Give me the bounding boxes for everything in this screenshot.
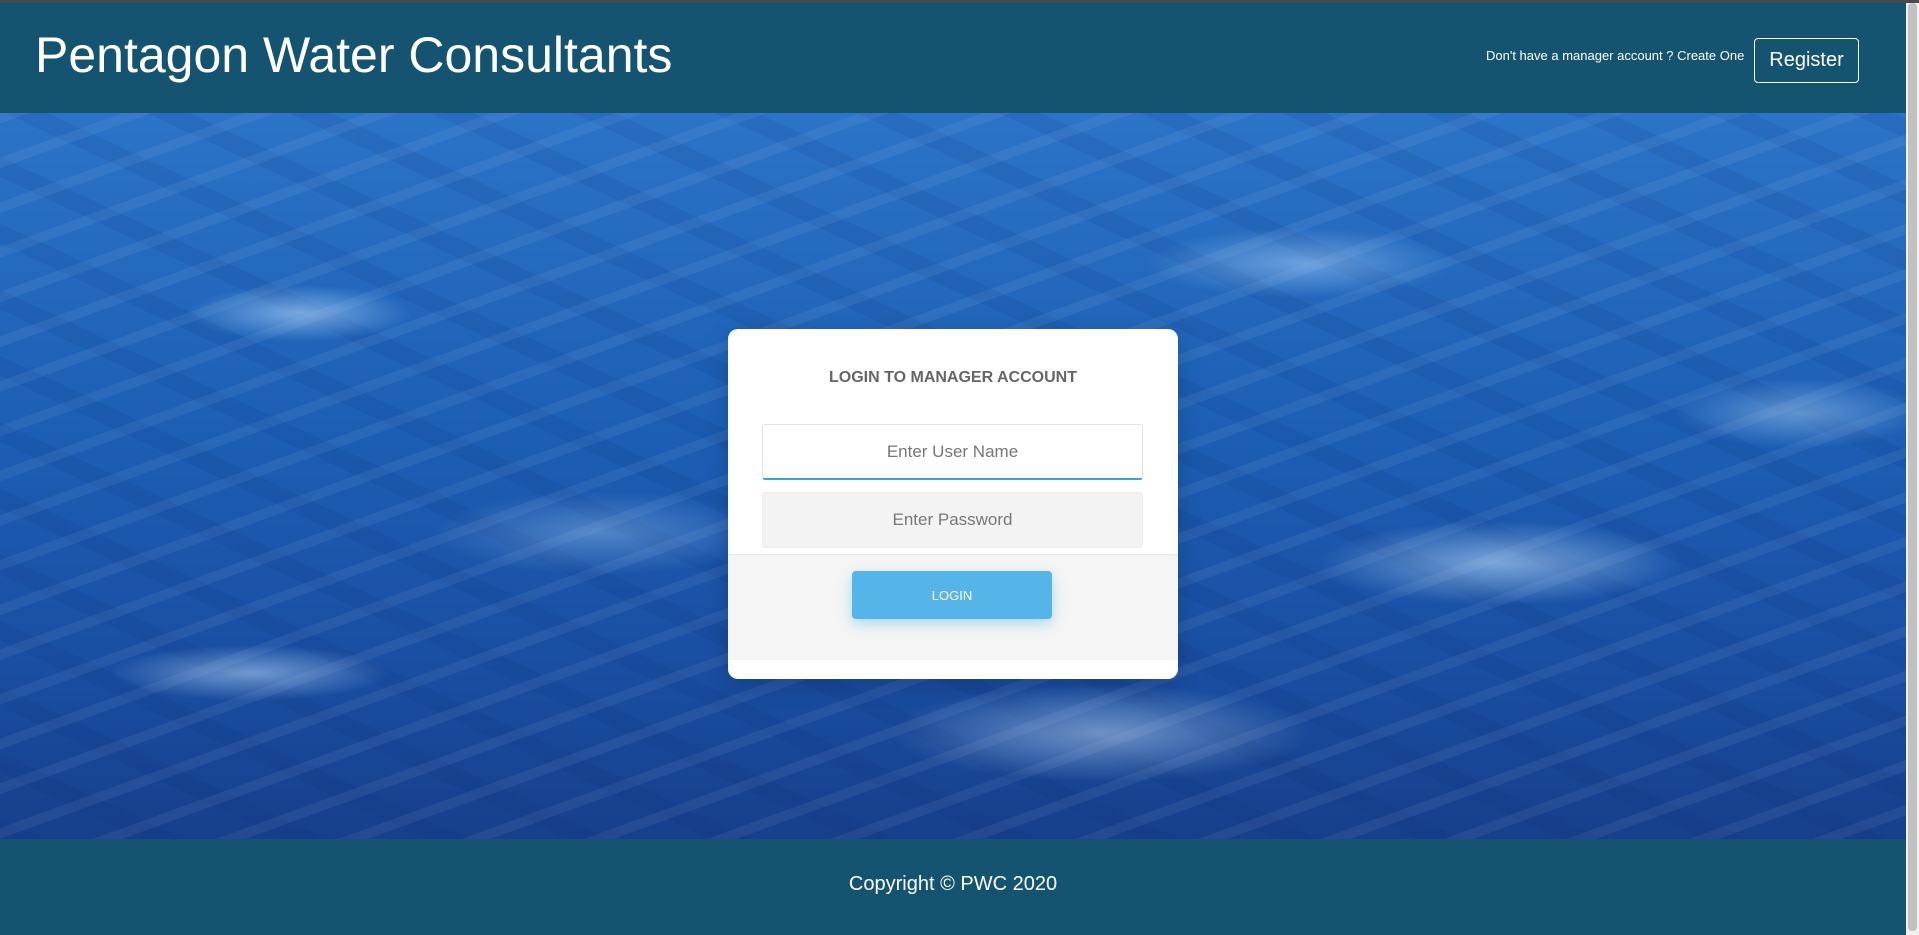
register-button[interactable]: Register <box>1754 38 1859 83</box>
scrollbar-thumb[interactable] <box>1908 3 1917 931</box>
login-card-footer: LOGIN <box>728 554 1178 660</box>
login-card: LOGIN TO MANAGER ACCOUNT LOGIN <box>728 329 1178 679</box>
site-footer: Copyright © PWC 2020 <box>0 839 1906 935</box>
password-input[interactable] <box>762 492 1143 548</box>
site-header: Pentagon Water Consultants Don't have a … <box>0 3 1906 113</box>
login-title: LOGIN TO MANAGER ACCOUNT <box>829 369 1077 386</box>
copyright-text: Copyright © PWC 2020 <box>848 873 1058 895</box>
register-hint-text: Don't have a manager account ? Create On… <box>1486 48 1745 63</box>
water-background-hero: LOGIN TO MANAGER ACCOUNT LOGIN <box>0 113 1906 839</box>
login-button[interactable]: LOGIN <box>852 571 1052 619</box>
username-input[interactable] <box>762 424 1143 480</box>
page-scrollbar[interactable] <box>1906 3 1919 935</box>
site-title: Pentagon Water Consultants <box>35 27 673 83</box>
